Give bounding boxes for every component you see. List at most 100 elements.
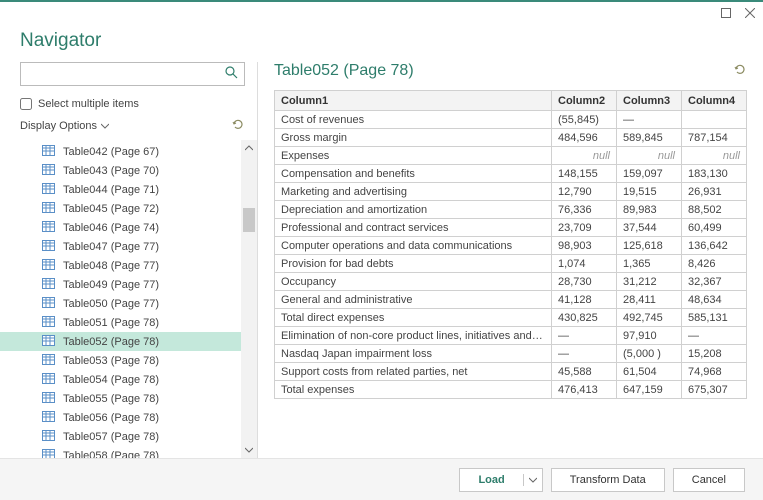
column-header[interactable]: Column4: [682, 91, 747, 111]
tree-item[interactable]: Table054 (Page 78): [0, 370, 241, 389]
table-cell: 74,968: [682, 363, 747, 381]
tree-item[interactable]: Table056 (Page 78): [0, 408, 241, 427]
tree-item[interactable]: Table057 (Page 78): [0, 427, 241, 446]
table-cell: 492,745: [617, 309, 682, 327]
table-row[interactable]: Elimination of non-core product lines, i…: [275, 327, 747, 345]
table-icon: [42, 335, 55, 349]
table-cell: 31,212: [617, 273, 682, 291]
refresh-preview-icon[interactable]: [734, 63, 747, 79]
preview-table: Column1Column2Column3Column4 Cost of rev…: [274, 90, 747, 399]
scroll-up-icon[interactable]: [241, 140, 257, 156]
scroll-thumb[interactable]: [243, 208, 255, 232]
tree-item[interactable]: Table047 (Page 77): [0, 237, 241, 256]
load-dropdown-icon[interactable]: [524, 477, 542, 483]
table-icon: [42, 259, 55, 273]
select-multiple-checkbox[interactable]: [20, 98, 32, 110]
table-cell: 675,307: [682, 381, 747, 399]
tree-item[interactable]: Table055 (Page 78): [0, 389, 241, 408]
table-cell: 76,336: [552, 201, 617, 219]
tree-item-label: Table045 (Page 72): [63, 203, 159, 215]
table-cell: null: [617, 147, 682, 165]
table-row[interactable]: Occupancy28,73031,21232,367: [275, 273, 747, 291]
table-icon: [42, 411, 55, 425]
tree-item-label: Table042 (Page 67): [63, 146, 159, 158]
table-row[interactable]: Nasdaq Japan impairment loss—(5,000 )15,…: [275, 345, 747, 363]
table-cell: 26,931: [682, 183, 747, 201]
table-cell: [682, 111, 747, 129]
scroll-down-icon[interactable]: [241, 442, 257, 458]
preview-title: Table052 (Page 78): [274, 62, 414, 80]
column-header[interactable]: Column2: [552, 91, 617, 111]
tree-item-label: Table047 (Page 77): [63, 241, 159, 253]
column-header[interactable]: Column3: [617, 91, 682, 111]
table-cell: 15,208: [682, 345, 747, 363]
page-title: Navigator: [20, 30, 743, 52]
table-cell: 585,131: [682, 309, 747, 327]
table-row[interactable]: Professional and contract services23,709…: [275, 219, 747, 237]
table-row[interactable]: Compensation and benefits148,155159,0971…: [275, 165, 747, 183]
tree-item[interactable]: Table042 (Page 67): [0, 142, 241, 161]
close-icon[interactable]: [745, 8, 755, 18]
tree-item-label: Table050 (Page 77): [63, 298, 159, 310]
table-row[interactable]: Total direct expenses430,825492,745585,1…: [275, 309, 747, 327]
table-cell: 159,097: [617, 165, 682, 183]
tree-item[interactable]: Table049 (Page 77): [0, 275, 241, 294]
tree-item[interactable]: Table046 (Page 74): [0, 218, 241, 237]
table-cell: Cost of revenues: [275, 111, 552, 129]
table-icon: [42, 202, 55, 216]
tree-item[interactable]: Table058 (Page 78): [0, 446, 241, 458]
tree-item[interactable]: Table052 (Page 78): [0, 332, 241, 351]
table-row[interactable]: Computer operations and data communicati…: [275, 237, 747, 255]
tree-item[interactable]: Table051 (Page 78): [0, 313, 241, 332]
table-cell: —: [682, 327, 747, 345]
table-cell: 484,596: [552, 129, 617, 147]
table-row[interactable]: Provision for bad debts1,0741,3658,426: [275, 255, 747, 273]
table-icon: [42, 145, 55, 159]
table-cell: —: [552, 345, 617, 363]
preview-pane: Table052 (Page 78) Column1Column2Column3…: [258, 62, 763, 458]
load-button[interactable]: Load: [459, 468, 542, 492]
table-cell: 787,154: [682, 129, 747, 147]
scroll-track[interactable]: [241, 156, 257, 442]
tree-item[interactable]: Table048 (Page 77): [0, 256, 241, 275]
table-cell: Provision for bad debts: [275, 255, 552, 273]
display-options-dropdown[interactable]: Display Options: [20, 120, 109, 132]
table-cell: Elimination of non-core product lines, i…: [275, 327, 552, 345]
search-field[interactable]: [27, 68, 225, 80]
table-icon: [42, 164, 55, 178]
cancel-label: Cancel: [692, 474, 726, 486]
refresh-icon[interactable]: [232, 118, 245, 134]
table-cell: 48,634: [682, 291, 747, 309]
tree-item[interactable]: Table053 (Page 78): [0, 351, 241, 370]
table-cell: (55,845): [552, 111, 617, 129]
maximize-icon[interactable]: [721, 8, 731, 18]
table-cell: —: [552, 327, 617, 345]
table-icon: [42, 297, 55, 311]
column-header[interactable]: Column1: [275, 91, 552, 111]
table-row[interactable]: Total expenses476,413647,159675,307: [275, 381, 747, 399]
tree-item-label: Table056 (Page 78): [63, 412, 159, 424]
table-row[interactable]: Cost of revenues(55,845)—: [275, 111, 747, 129]
table-cell: null: [552, 147, 617, 165]
table-row[interactable]: General and administrative41,12828,41148…: [275, 291, 747, 309]
cancel-button[interactable]: Cancel: [673, 468, 745, 492]
table-cell: 28,730: [552, 273, 617, 291]
tree-item[interactable]: Table050 (Page 77): [0, 294, 241, 313]
transform-data-button[interactable]: Transform Data: [551, 468, 665, 492]
search-input[interactable]: [20, 62, 245, 86]
table-row[interactable]: Support costs from related parties, net4…: [275, 363, 747, 381]
tree-item-label: Table044 (Page 71): [63, 184, 159, 196]
table-row[interactable]: Depreciation and amortization76,33689,98…: [275, 201, 747, 219]
table-cell: 1,074: [552, 255, 617, 273]
table-cell: Total direct expenses: [275, 309, 552, 327]
tree-scrollbar[interactable]: [241, 140, 257, 458]
search-icon[interactable]: [225, 66, 238, 82]
table-row[interactable]: Expensesnullnullnull: [275, 147, 747, 165]
tree-item[interactable]: Table043 (Page 70): [0, 161, 241, 180]
table-row[interactable]: Marketing and advertising12,79019,51526,…: [275, 183, 747, 201]
display-options-label: Display Options: [20, 120, 97, 132]
tree-item[interactable]: Table044 (Page 71): [0, 180, 241, 199]
table-icon: [42, 354, 55, 368]
table-row[interactable]: Gross margin484,596589,845787,154: [275, 129, 747, 147]
tree-item[interactable]: Table045 (Page 72): [0, 199, 241, 218]
